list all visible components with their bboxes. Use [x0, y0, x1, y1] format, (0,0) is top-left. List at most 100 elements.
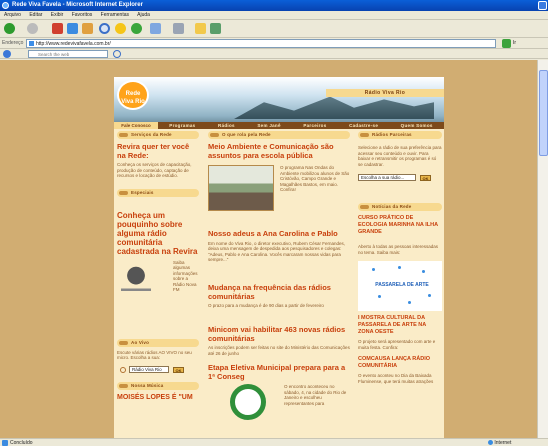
- article-1-photo[interactable]: [208, 165, 274, 211]
- menu-favoritos[interactable]: Favoritos: [72, 12, 93, 18]
- go-label[interactable]: Ir: [513, 40, 516, 46]
- aovivo-controls: Rádio Viva Rio OK: [117, 365, 199, 377]
- article-3-text: O prazo para a mudança é de 90 dias a pa…: [208, 303, 324, 308]
- fale-conosco-link[interactable]: Fale Conosco: [114, 122, 158, 129]
- site-page: Rede Viva Rio Rádio Viva Rio Fale Conosc…: [114, 77, 444, 438]
- print-icon[interactable]: [173, 23, 184, 34]
- dot-icon: [428, 294, 431, 297]
- dot-icon: [378, 295, 381, 298]
- menu-editar[interactable]: Editar: [29, 12, 42, 18]
- main-nav: Programas Rádios Sem Janê Parceiros Cada…: [158, 122, 444, 129]
- curso-title[interactable]: CURSO PRÁTICO DE ECOLOGIA MARINHA NA ILH…: [358, 215, 442, 236]
- search-icon[interactable]: [99, 23, 110, 34]
- especiais-title[interactable]: Conheça um pouquinho sobre alguma rádio …: [117, 211, 199, 256]
- passarela-banner-label: PASSARELA DE ARTE: [375, 282, 429, 288]
- menu-ferramentas[interactable]: Ferramentas: [101, 12, 129, 18]
- radio-viva-rio-banner[interactable]: Rádio Viva Rio: [326, 89, 444, 97]
- back-icon[interactable]: [4, 23, 15, 34]
- radios-text: Selecione a rádio de sua preferência par…: [358, 145, 442, 167]
- musica-header: Nossa Música: [117, 381, 199, 390]
- menu-arquivo[interactable]: Arquivo: [4, 12, 21, 18]
- stop-icon[interactable]: [52, 23, 63, 34]
- nav-quem-somos[interactable]: Quem Somos: [401, 123, 433, 128]
- menu-ajuda[interactable]: Ajuda: [137, 12, 150, 18]
- internet-zone-label: Internet: [494, 440, 512, 446]
- search-go-icon[interactable]: [113, 50, 121, 58]
- dot-icon: [398, 266, 401, 269]
- article-4-text: As inscrições podem ser feitas no site d…: [208, 345, 350, 356]
- close-button[interactable]: [538, 1, 547, 10]
- go-icon[interactable]: [502, 39, 511, 48]
- especiais-header: Especiais: [117, 188, 199, 197]
- article-1: Meio Ambiente e Comunicação são assuntos…: [208, 142, 350, 226]
- dot-icon: [372, 268, 375, 271]
- status-text: Concluído: [10, 440, 33, 446]
- comcausa-text: O evento aconteu no Dia da Baixada Flumi…: [358, 373, 434, 384]
- aovivo-ok-button[interactable]: OK: [173, 366, 184, 373]
- menu-exibir[interactable]: Exibir: [51, 12, 64, 18]
- globe-icon: [488, 440, 493, 446]
- scrollbar-thumb[interactable]: [539, 70, 548, 156]
- article-2: Nosso adeus a Ana Carolina e Pablo Em no…: [208, 229, 350, 282]
- right-column: Rádios Parceiras Selecione a rádio de su…: [358, 129, 442, 438]
- window-title: Rede Viva Favela - Microsoft Internet Ex…: [12, 2, 143, 8]
- folder-icon[interactable]: [195, 23, 206, 34]
- aovivo-text: Escute várias rádios AO VIVO no seu micr…: [117, 349, 192, 361]
- favorites-icon[interactable]: [115, 23, 126, 34]
- radios-select[interactable]: Escolha a sua rádio...: [358, 174, 416, 181]
- article-4-title[interactable]: Minicom vai habilitar 463 novas rádios c…: [208, 325, 350, 343]
- comcausa-title[interactable]: COMCAUSA LANÇA RÁDIO COMUNITÁRIA: [358, 356, 442, 370]
- servicos-title[interactable]: Revira quer ter você na Rede:: [117, 142, 199, 160]
- browser-viewport: Rede Viva Rio Rádio Viva Rio Fale Conosc…: [0, 60, 537, 438]
- noticias-header: Notícias da Rede: [358, 203, 442, 211]
- address-bar: Endereço http://www.redevivafavela.com.b…: [0, 38, 548, 49]
- radios-controls: Escolha a sua rádio... OK: [358, 173, 442, 185]
- radios-header: Rádios Parceiras: [358, 131, 442, 139]
- radio-spotlight: Saiba algumas informações sobre a Rádio …: [117, 259, 199, 316]
- center-column: O que rola pela Rede Meio Ambiente e Com…: [208, 129, 350, 438]
- forward-icon[interactable]: [27, 23, 38, 34]
- article-5-title[interactable]: Etapa Eletiva Municipal prepara para a 1…: [208, 363, 350, 381]
- nav-programas[interactable]: Programas: [169, 123, 195, 128]
- servicos-text: Conheça os serviços de capacitação, prod…: [117, 162, 192, 178]
- history-icon[interactable]: [131, 23, 142, 34]
- nav-cadastre-se[interactable]: Cadastre-se: [349, 123, 378, 128]
- especiais-text[interactable]: Saiba algumas informações sobre a Rádio …: [173, 260, 199, 293]
- article-3-title[interactable]: Mudança na frequência das rádios comunit…: [208, 283, 350, 301]
- nav-parceiros[interactable]: Parceiros: [303, 123, 326, 128]
- dot-icon: [422, 270, 425, 273]
- ie-icon: [2, 2, 9, 9]
- mostra-title[interactable]: I MOSTRA CULTURAL DA PASSARELA DE ARTE N…: [358, 315, 442, 336]
- conseg-logo: [230, 384, 266, 420]
- microphone-image: [121, 259, 151, 312]
- vertical-scrollbar[interactable]: [537, 60, 548, 438]
- address-input[interactable]: http://www.redevivafavela.com.br/: [26, 39, 496, 48]
- article-2-title[interactable]: Nosso adeus a Ana Carolina e Pablo: [208, 229, 350, 239]
- address-label: Endereço: [2, 40, 24, 46]
- aovivo-header: Ao Vivo: [117, 338, 199, 347]
- rede-header: O que rola pela Rede: [208, 131, 350, 139]
- passarela-banner[interactable]: PASSARELA DE ARTE: [358, 261, 442, 311]
- dot-icon: [408, 301, 411, 304]
- article-1-title[interactable]: Meio Ambiente e Comunicação são assuntos…: [208, 142, 350, 160]
- aovivo-select[interactable]: Rádio Viva Rio: [129, 365, 169, 373]
- refresh-icon[interactable]: [67, 23, 78, 34]
- left-column: Serviços da Rede Revira quer ter você na…: [117, 129, 199, 438]
- search-provider-icon[interactable]: [3, 50, 11, 58]
- radios-ok-button[interactable]: OK: [420, 175, 431, 181]
- site-header: Rede Viva Rio Rádio Viva Rio Fale Conosc…: [114, 77, 444, 129]
- curso-text: Aberto à todas as pessoas interessadas n…: [358, 244, 439, 255]
- menu-bar: Arquivo Editar Exibir Favoritos Ferramen…: [0, 11, 548, 20]
- web-search-input[interactable]: Search the web: [28, 50, 108, 58]
- nav-sem-jane[interactable]: Sem Janê: [257, 123, 280, 128]
- article-4: Minicom vai habilitar 463 novas rádios c…: [208, 325, 350, 362]
- article-5: Etapa Eletiva Municipal prepara para a 1…: [208, 363, 350, 420]
- article-2-text: Em nome do Viva Rio, o diretor executivo…: [208, 240, 345, 263]
- musica-title[interactable]: MOISÉS LOPES É "UM: [117, 394, 199, 401]
- home-icon[interactable]: [82, 23, 93, 34]
- headphones-icon: [120, 366, 126, 373]
- messenger-icon[interactable]: [210, 23, 221, 34]
- mail-icon[interactable]: [150, 23, 161, 34]
- site-logo[interactable]: Rede Viva Rio: [117, 80, 149, 110]
- nav-radios[interactable]: Rádios: [218, 123, 235, 128]
